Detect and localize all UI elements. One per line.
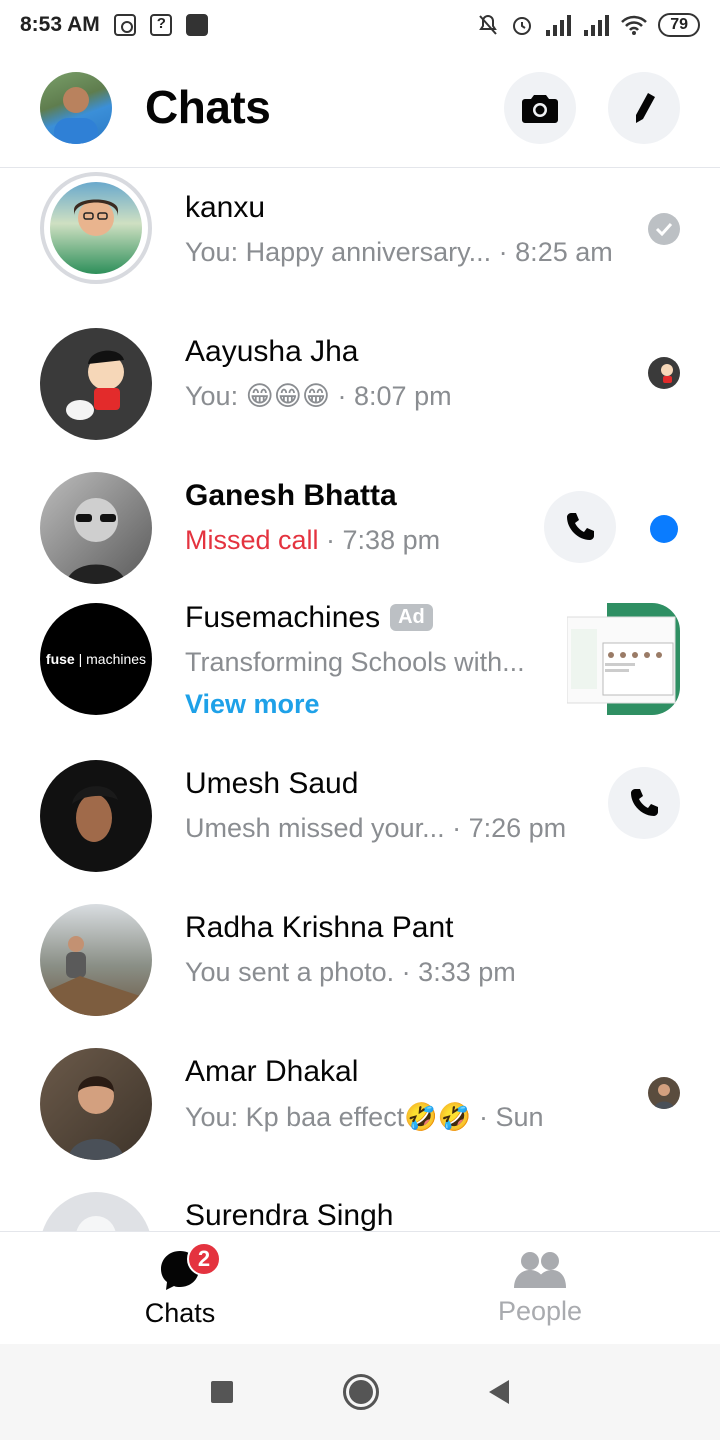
tab-label: Chats: [144, 1297, 216, 1328]
compose-button[interactable]: [608, 72, 680, 144]
seen-avatar: [648, 1077, 680, 1109]
emoji: 😁😁😁: [245, 381, 331, 411]
tab-chats[interactable]: 2 Chats: [0, 1232, 360, 1344]
chat-name: Ganesh Bhatta: [185, 479, 397, 512]
chat-preview: Transforming Schools with...: [185, 647, 525, 677]
wifi-icon: [621, 15, 648, 35]
home-icon[interactable]: [343, 1374, 379, 1410]
chat-name: Aayusha Jha: [185, 335, 359, 368]
chat-preview: Umesh missed your... · 7:26 pm: [185, 813, 567, 843]
battery-icon: 79: [658, 13, 700, 37]
chat-row-umesh-saud[interactable]: Umesh Saud Umesh missed your... · 7:26 p…: [0, 745, 720, 889]
avatar: [40, 328, 152, 440]
call-back-button[interactable]: [608, 767, 680, 839]
mute-icon: [479, 14, 498, 35]
chat-row-surendra-singh[interactable]: Surendra Singh: [0, 1177, 720, 1231]
chat-name: Umesh Saud: [185, 767, 359, 800]
unread-count-badge: 2: [187, 1242, 221, 1276]
seen-avatar: [648, 357, 680, 389]
missed-call-label: Missed call: [185, 525, 319, 555]
camera-icon: [522, 95, 558, 123]
bottom-nav: 2 Chats People: [0, 1231, 720, 1344]
tab-people[interactable]: People: [360, 1232, 720, 1344]
avatar: fuse | machines: [40, 603, 152, 715]
chat-name: Radha Krishna Pant: [185, 911, 454, 944]
avatar: [40, 760, 152, 872]
chat-row-fusemachines-ad[interactable]: fuse | machines Fusemachines Ad Transform…: [0, 601, 720, 745]
chat-row-ganesh-bhatta[interactable]: Ganesh Bhatta Missed call · 7:38 pm: [0, 457, 720, 601]
seen-check-icon: [648, 213, 680, 245]
phone-icon: [631, 789, 658, 816]
recents-icon[interactable]: [211, 1381, 233, 1403]
game-icon: [185, 14, 208, 36]
app-header: Chats: [0, 50, 720, 168]
avatar: [40, 1048, 152, 1160]
status-time: 8:53 AM: [20, 13, 100, 36]
avatar: [40, 172, 152, 284]
status-bar: 8:53 AM 79: [0, 0, 720, 50]
pencil-icon: [636, 93, 655, 123]
chat-name: Surendra Singh: [185, 1199, 394, 1231]
tab-label: People: [497, 1295, 583, 1326]
chat-row-radha-krishna-pant[interactable]: Radha Krishna Pant You sent a photo. · 3…: [0, 889, 720, 1033]
chat-row-kanxu[interactable]: kanxu You: Happy anniversary... · 8:25 a…: [0, 169, 720, 313]
profile-avatar[interactable]: [40, 72, 112, 144]
back-icon[interactable]: [489, 1380, 509, 1404]
fusemachines-logo: fuse | machines: [45, 651, 147, 667]
unread-dot: [650, 515, 678, 543]
system-nav-bar: [0, 1344, 720, 1440]
instagram-icon: [113, 14, 136, 36]
avatar: [40, 1192, 152, 1231]
camera-button[interactable]: [504, 72, 576, 144]
emoji: 🤣🤣: [404, 1102, 472, 1132]
chat-row-amar-dhakal[interactable]: Amar Dhakal You: Kp baa effect🤣🤣 · Sun: [0, 1033, 720, 1177]
avatar: [40, 472, 152, 584]
signal-icon: [546, 15, 572, 36]
ad-badge: Ad: [390, 604, 433, 631]
chat-name: Amar Dhakal: [185, 1055, 359, 1088]
phone-icon: [567, 513, 594, 540]
chat-list[interactable]: kanxu You: Happy anniversary... · 8:25 a…: [0, 169, 720, 1231]
chat-name: Fusemachines Ad: [185, 601, 433, 635]
maps-icon: [149, 14, 172, 36]
chat-preview: Missed call · 7:38 pm: [185, 525, 441, 555]
avatar: [40, 904, 152, 1016]
call-back-button[interactable]: [544, 491, 616, 563]
chat-preview: You: 😁😁😁 · 8:07 pm: [185, 381, 452, 411]
chat-preview: You: Kp baa effect🤣🤣 · Sun: [185, 1102, 544, 1132]
chat-row-aayusha-jha[interactable]: Aayusha Jha You: 😁😁😁 · 8:07 pm: [0, 313, 720, 457]
chat-name: kanxu: [185, 191, 266, 224]
page-title: Chats: [145, 81, 271, 133]
people-icon: [514, 1251, 566, 1288]
chat-preview: You sent a photo. · 3:33 pm: [185, 957, 516, 987]
signal-icon: [584, 15, 610, 36]
view-more-link[interactable]: View more: [185, 689, 320, 720]
ad-image[interactable]: [567, 603, 680, 715]
alarm-icon: [513, 17, 532, 35]
chat-preview: You: Happy anniversary... · 8:25 am: [185, 237, 613, 267]
